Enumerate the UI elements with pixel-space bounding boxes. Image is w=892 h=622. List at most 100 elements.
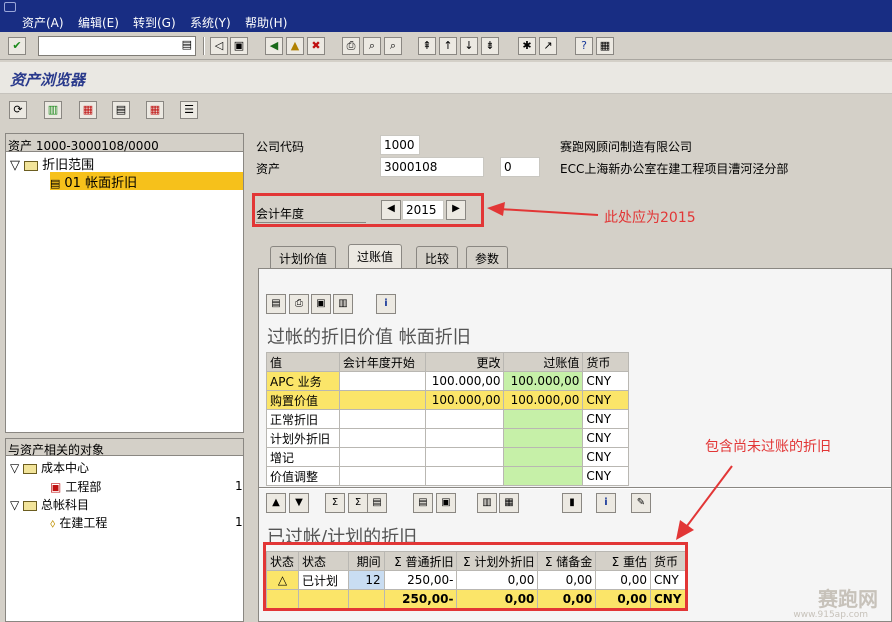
splitter[interactable] <box>259 487 891 489</box>
command-field[interactable]: ▤ <box>38 36 196 56</box>
save-icon[interactable]: ▣ <box>230 37 248 55</box>
first-page-icon[interactable]: ⇞ <box>418 37 436 55</box>
table-row[interactable]: 增记 CNY <box>266 447 629 467</box>
menu-system[interactable]: 系统(Y) <box>190 14 231 31</box>
dropdown-icon[interactable]: ▤ <box>182 38 192 51</box>
detail-icon[interactable]: ▤ <box>266 294 286 314</box>
layout-icon[interactable]: ▥ <box>477 493 497 513</box>
filter-icon[interactable]: ▼ <box>289 493 309 513</box>
subtotal-icon[interactable]: Σ <box>348 493 368 513</box>
filter-icon[interactable]: ▣ <box>311 294 331 314</box>
help-icon[interactable]: ? <box>575 37 593 55</box>
find-next-icon[interactable]: ⌕ <box>384 37 402 55</box>
export-icon[interactable]: ▥ <box>333 294 353 314</box>
view-icon[interactable]: ▤ <box>413 493 433 513</box>
new-session-icon[interactable]: ✱ <box>518 37 536 55</box>
tree-node-gl-account[interactable]: ▽ 总帐科目 <box>10 496 89 513</box>
tree-node-cost-center[interactable]: ▽ 成本中心 <box>10 459 89 476</box>
next-page-icon[interactable]: ↓ <box>460 37 478 55</box>
refresh-icon[interactable]: ⟳ <box>9 101 27 119</box>
folder-icon <box>23 500 38 511</box>
sum-icon[interactable]: Σ <box>325 493 345 513</box>
exit-icon[interactable]: ▲ <box>286 37 304 55</box>
cell <box>338 428 426 448</box>
cell <box>338 447 426 467</box>
print-preview-icon[interactable]: ⎙ <box>289 294 309 314</box>
expand-icon[interactable]: ▽ <box>10 461 23 475</box>
shortcut-icon[interactable]: ↗ <box>539 37 557 55</box>
company-code-field[interactable]: 1000 <box>380 135 420 155</box>
cell <box>338 409 426 429</box>
folder-icon <box>24 160 39 171</box>
cell <box>338 466 426 486</box>
cancel-icon[interactable]: ✖ <box>307 37 325 55</box>
menu-edit[interactable]: 编辑(E) <box>78 14 119 31</box>
table-row[interactable]: 价值调整 CNY <box>266 466 629 486</box>
cell <box>338 390 426 410</box>
info-icon[interactable]: i <box>596 493 616 513</box>
tab-planned-values[interactable]: 计划价值 <box>270 246 337 268</box>
grid-icon[interactable]: ▦ <box>499 493 519 513</box>
col-change[interactable]: 更改 <box>424 352 505 372</box>
structure-icon[interactable]: ▤ <box>112 101 130 119</box>
col-fy-start[interactable]: 会计年度开始 <box>338 352 426 372</box>
tree-leaf-cip[interactable]: ⬨ 在建工程 <box>50 514 107 531</box>
expand-icon[interactable]: ▽ <box>10 158 24 173</box>
col-currency[interactable]: 货币 <box>582 352 629 372</box>
menu-help[interactable]: 帮助(H) <box>245 14 287 31</box>
table-row[interactable]: 正常折旧 CNY <box>266 409 629 429</box>
prev-page-icon[interactable]: ↑ <box>439 37 457 55</box>
window-menu-icon[interactable] <box>4 2 16 12</box>
cell <box>424 447 505 467</box>
asset-subnumber-field[interactable]: 0 <box>500 157 540 177</box>
chart-icon[interactable]: ▮ <box>562 493 582 513</box>
cell: CNY <box>582 390 629 410</box>
back-icon[interactable]: ◀ <box>265 37 283 55</box>
menu-goto[interactable]: 转到(G) <box>133 14 176 31</box>
find-icon[interactable]: ⌕ <box>363 37 381 55</box>
document-icon[interactable]: ✎ <box>631 493 651 513</box>
cell <box>424 409 505 429</box>
related-objects-panel: 与资产相关的对象 ▽ 成本中心 ▣ 工程部 1 ▽ 总帐科目 ⬨ 在建工程 1 <box>5 438 244 622</box>
export-icon[interactable]: ▣ <box>436 493 456 513</box>
row-label: 价值调整 <box>266 466 340 486</box>
layout-menu-icon[interactable]: ▦ <box>596 37 614 55</box>
cell <box>503 466 584 486</box>
tab-posted-values[interactable]: 过账值 <box>348 244 403 268</box>
cost-center-icon: ▣ <box>50 480 62 494</box>
folder-icon <box>23 463 38 474</box>
values-icon[interactable]: ▦ <box>79 101 97 119</box>
enter-check-icon[interactable]: ✔ <box>8 37 26 55</box>
tree-node-depreciation-area[interactable]: ▽ 折旧范围 <box>10 154 94 173</box>
related-objects-header: 与资产相关的对象 <box>6 439 243 457</box>
cip-label: 在建工程 <box>59 516 108 530</box>
annotation-box-depreciation <box>263 542 688 611</box>
display-icon[interactable]: ▥ <box>44 101 62 119</box>
last-page-icon[interactable]: ⇟ <box>481 37 499 55</box>
gl-count: 1 <box>235 515 243 529</box>
table-row[interactable]: 计划外折旧 CNY <box>266 428 629 448</box>
tree-node-label: 折旧范围 <box>42 158 95 173</box>
graphic-icon[interactable]: ▦ <box>146 101 164 119</box>
menu-asset[interactable]: 资产(A) <box>22 14 64 31</box>
tab-comparison[interactable]: 比较 <box>416 246 459 268</box>
list-icon[interactable]: ☰ <box>180 101 198 119</box>
table-row[interactable]: APC 业务 100.000,00 100.000,00 CNY <box>266 371 629 391</box>
expand-icon[interactable]: ▽ <box>10 498 23 512</box>
table-row[interactable]: 购置价值 100.000,00 100.000,00 CNY <box>266 390 629 410</box>
col-value[interactable]: 值 <box>266 352 340 372</box>
print-icon[interactable]: ⎙ <box>342 37 360 55</box>
company-code-label: 公司代码 <box>256 140 305 154</box>
tree-leaf-dept[interactable]: ▣ 工程部 <box>50 478 101 495</box>
row-label: 计划外折旧 <box>266 428 340 448</box>
sort-asc-icon[interactable]: ▲ <box>266 493 286 513</box>
cell: CNY <box>582 466 629 486</box>
print-icon[interactable]: ▤ <box>367 493 387 513</box>
asset-tree-panel: 资产 1000-3000108/0000 ▽ 折旧范围 ▤ 01 帐面折旧 <box>5 133 244 433</box>
col-posted[interactable]: 过账值 <box>503 352 584 372</box>
tab-parameters[interactable]: 参数 <box>466 246 509 268</box>
info-icon[interactable]: i <box>376 294 396 314</box>
tree-leaf-book-depreciation[interactable]: ▤ 01 帐面折旧 <box>50 172 243 191</box>
asset-number-field[interactable]: 3000108 <box>380 157 484 177</box>
back-arrow-icon[interactable]: ◁ <box>210 37 228 55</box>
